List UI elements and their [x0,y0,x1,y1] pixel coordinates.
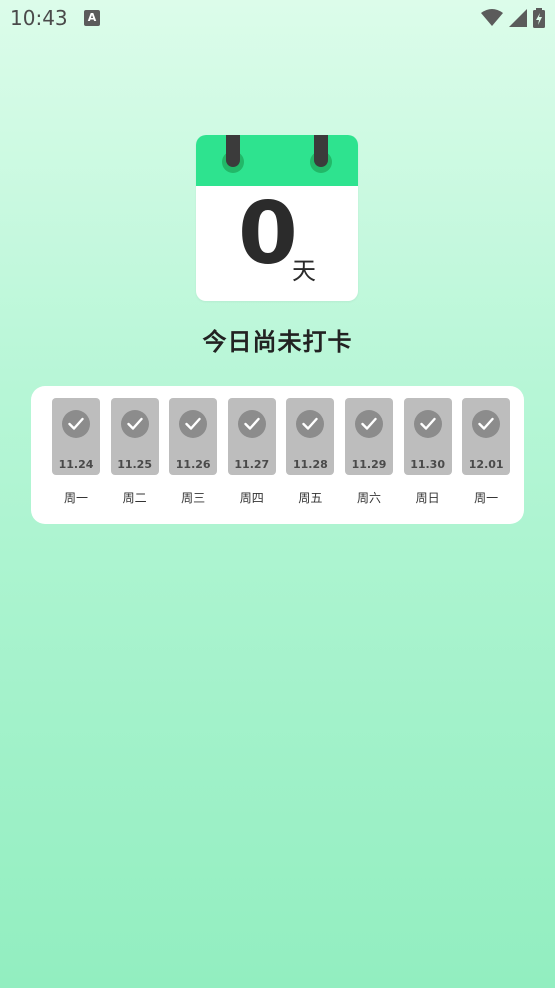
status-bar: 10:43 A [0,0,555,38]
day-tile[interactable]: 11.26 [169,398,218,475]
day-tile[interactable]: 11.27 [227,398,276,475]
day-weekday: 周四 [239,491,264,505]
calendar-pin-right [314,135,328,167]
day-date: 11.25 [117,458,152,471]
day-tile[interactable]: 11.29 [345,398,393,475]
wifi-icon [481,9,503,26]
streak-days-count: 0 [238,184,298,284]
calendar-header [196,135,358,186]
checkmark-icon [296,410,325,438]
checkmark-icon [355,410,383,438]
day-tile[interactable]: 11.30 [403,398,452,475]
day-item[interactable]: 11.27 周四 [227,398,276,506]
day-weekday: 周三 [181,491,206,505]
day-tile[interactable]: 11.24 [52,398,100,475]
day-weekday: 周一 [63,491,88,505]
day-item[interactable]: 11.26 周三 [169,398,218,506]
day-date: 11.30 [410,458,445,471]
day-date: 11.27 [234,458,270,471]
day-tile[interactable]: 12.01 [462,398,511,475]
day-item[interactable]: 11.30 周日 [403,398,452,506]
checkin-status-text: 今日尚未打卡 [202,328,353,356]
week-checkin-card: 11.24 周一 11.25 周二 11.26 周三 11.27 周四 11.28 周五 11.29… [31,386,524,524]
day-weekday: 周二 [122,491,147,505]
day-item[interactable]: 12.01 周一 [462,398,511,506]
day-weekday: 周六 [356,491,381,505]
checkmark-icon [472,410,501,438]
checkmark-icon [120,410,149,438]
day-date: 11.24 [58,458,94,471]
checkmark-icon [413,410,442,438]
day-weekday: 周一 [474,491,499,505]
calendar-pin-left [226,135,240,167]
day-date: 11.29 [351,458,387,471]
day-date: 11.26 [175,458,211,471]
day-weekday: 周五 [298,491,323,505]
day-date: 11.28 [292,458,328,471]
day-weekday: 周日 [415,491,440,505]
day-item[interactable]: 11.25 周二 [110,398,159,506]
status-icons [481,8,545,28]
signal-icon [509,9,527,27]
streak-calendar: 0 天 [196,135,358,301]
checkmark-icon [179,410,208,438]
day-tile[interactable]: 11.28 [286,398,335,475]
day-date: 12.01 [468,458,504,471]
day-item[interactable]: 11.29 周六 [345,398,393,506]
battery-icon [533,8,545,28]
streak-days-unit: 天 [292,257,316,285]
day-tile[interactable]: 11.25 [110,398,159,475]
notification-a-icon: A [84,10,100,26]
status-time: 10:43 [10,6,68,30]
checkmark-icon [237,410,266,438]
day-item[interactable]: 11.28 周五 [286,398,335,506]
day-item[interactable]: 11.24 周一 [52,398,100,506]
checkmark-icon [62,410,90,438]
